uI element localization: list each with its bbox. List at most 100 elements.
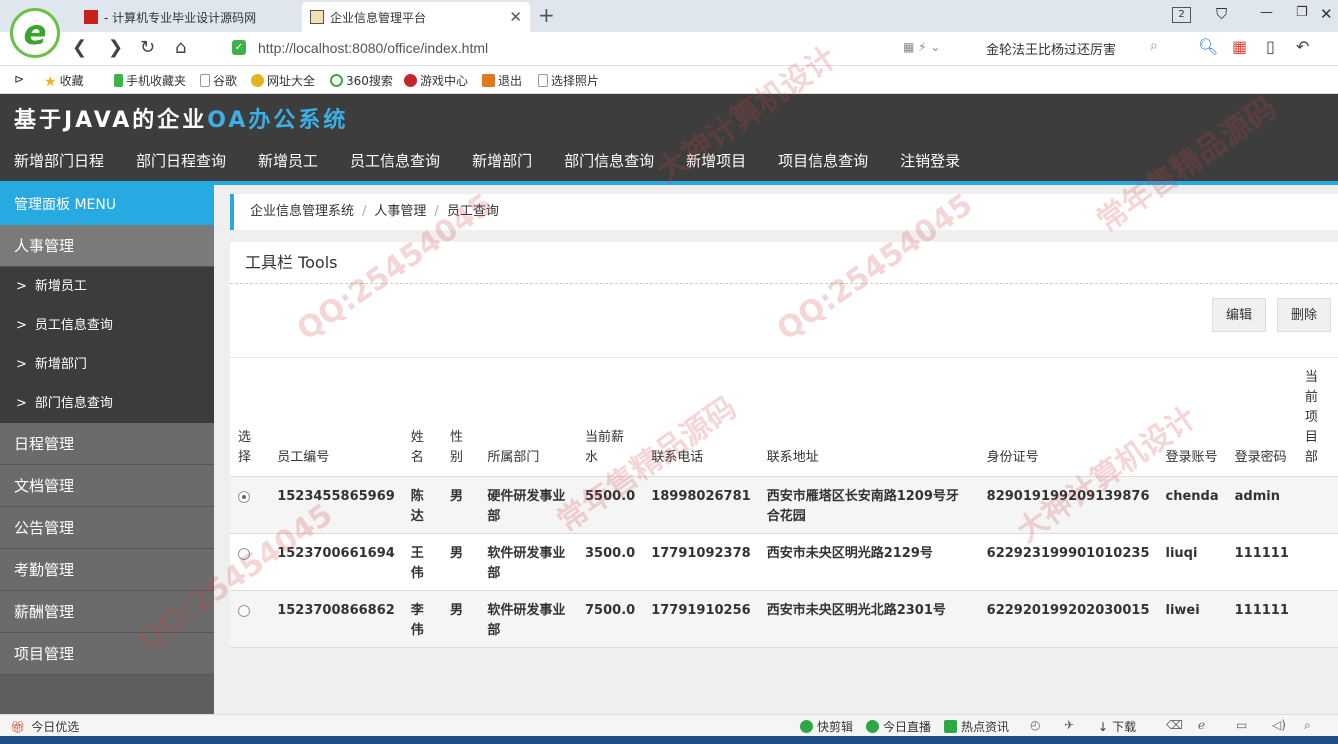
table-row[interactable]: 1523455865969 陈达 男 硬件研发事业部 5500.0 189980… (230, 476, 1338, 534)
sidebar-group-payroll[interactable]: 薪酬管理 (0, 591, 214, 633)
undo-icon[interactable]: ↶ (1296, 37, 1309, 56)
sidebar-group-projects[interactable]: 项目管理 (0, 633, 214, 675)
nav-add-project[interactable]: 新增项目 (686, 150, 746, 174)
breadcrumb-item[interactable]: 人事管理 (374, 204, 426, 219)
nav-add-employee[interactable]: 新增员工 (258, 150, 318, 174)
minimize-icon[interactable]: — (1260, 5, 1273, 20)
apps-grid-icon[interactable]: ▦ (1232, 37, 1247, 56)
status-quick-clip[interactable]: 快剪辑 (800, 718, 853, 735)
bookmark-exit[interactable]: 退出 (482, 72, 522, 89)
close-icon[interactable]: ✕ (509, 8, 522, 26)
delete-button[interactable]: 删除 (1277, 298, 1332, 332)
phone-icon[interactable]: ▯ (1266, 37, 1275, 56)
page-icon (200, 74, 210, 87)
rocket-icon[interactable]: ✈ (1064, 718, 1074, 732)
nav-add-dept-schedule[interactable]: 新增部门日程 (14, 150, 104, 174)
forward-icon[interactable]: ❯ (108, 37, 123, 58)
cell-project (1296, 476, 1338, 534)
address-bar[interactable]: http://localhost:8080/office/index.html (258, 40, 488, 56)
column-header: 选择 (230, 368, 270, 477)
sidebar-group-notices[interactable]: 公告管理 (0, 507, 214, 549)
sidebar-toggle-icon[interactable]: ⊳ (14, 72, 24, 86)
window-close-icon[interactable]: ✕ (1320, 5, 1333, 23)
sidebar-item-add-employee[interactable]: > 新增员工 (0, 267, 214, 306)
bookmark-choose-photo[interactable]: 选择照片 (538, 72, 599, 89)
exit-icon (482, 74, 495, 87)
sidebar-item-add-dept[interactable]: > 新增部门 (0, 345, 214, 384)
cell-account: chenda (1157, 476, 1227, 534)
cell-password: 111111 (1226, 590, 1297, 648)
cell-address: 西安市未央区明光北路2301号 (758, 590, 979, 648)
search-icon[interactable]: ⌕ (1150, 38, 1158, 54)
shirt-icon[interactable]: ⛉ (1216, 5, 1227, 23)
sidebar-item-employee-query[interactable]: > 员工信息查询 (0, 306, 214, 345)
nav-dept-query[interactable]: 部门信息查询 (564, 150, 654, 174)
maximize-icon[interactable]: ❐ (1296, 5, 1308, 20)
browser-tab-1[interactable]: - 计算机专业毕业设计源码网 (76, 2, 300, 32)
table-row[interactable]: 1523700866862 李伟 男 软件研发事业部 7500.0 177919… (230, 590, 1338, 648)
cell-name: 王伟 (402, 533, 442, 591)
sidebar-group-attendance[interactable]: 考勤管理 (0, 549, 214, 591)
cell-salary: 7500.0 (577, 590, 644, 648)
back-icon[interactable]: ❮ (72, 37, 87, 58)
bookmark-url-directory[interactable]: 网址大全 (251, 72, 315, 89)
column-header: 姓名 (402, 368, 442, 477)
bookmark-favorites[interactable]: ★ 收藏 (44, 72, 84, 90)
status-download[interactable]: ↓ 下载 (1098, 718, 1136, 735)
cleanup-icon[interactable]: ⌫ (1166, 718, 1183, 732)
tab-label: 企业信息管理平台 (330, 10, 427, 25)
speed-icon[interactable]: ◴ (1030, 718, 1040, 732)
sidebar-group-schedule[interactable]: 日程管理 (0, 423, 214, 465)
table-row[interactable]: 1523700661694 王伟 男 软件研发事业部 3500.0 177910… (230, 533, 1338, 591)
bookmark-google[interactable]: 谷歌 (200, 72, 237, 89)
cell-phone: 17791092378 (643, 533, 759, 591)
window-icon[interactable]: ▭ (1236, 718, 1247, 732)
gift-icon: 🎁︎ (10, 719, 26, 734)
sidebar-item-dept-query[interactable]: > 部门信息查询 (0, 384, 214, 423)
new-tab-icon[interactable]: + (538, 3, 555, 27)
status-daily-picks[interactable]: 🎁︎ 今日优选 (10, 718, 79, 735)
browser-tab-2[interactable]: 企业信息管理平台 ✕ (302, 2, 530, 32)
nav-dept-schedule-query[interactable]: 部门日程查询 (136, 150, 226, 174)
bookmark-game-center[interactable]: 游戏中心 (404, 72, 468, 89)
ie-icon[interactable]: ℯ (1198, 718, 1205, 732)
home-icon[interactable]: ⌂ (175, 37, 186, 58)
cell-gender: 男 (442, 533, 480, 591)
zoom-icon[interactable]: ⌕ (1304, 718, 1311, 733)
breadcrumb-current: 员工查询 (446, 204, 499, 219)
refresh-icon[interactable]: ↻ (140, 37, 155, 58)
bookmark-360-search[interactable]: 360搜索 (330, 72, 393, 89)
magnifier-icon[interactable]: 🔍︎ (1198, 37, 1218, 56)
sidebar-group-hr[interactable]: 人事管理 (0, 225, 214, 267)
nav-logout[interactable]: 注销登录 (900, 150, 960, 174)
bookmark-mobile[interactable]: 手机收藏夹 (114, 72, 186, 89)
browser-nav-bar: ❮ ❯ ↻ ⌂ ✓ http://localhost:8080/office/i… (0, 32, 1338, 66)
column-header: 联系地址 (758, 368, 979, 477)
breadcrumb-item[interactable]: 企业信息管理系统 (250, 204, 354, 219)
qr-lightning-icon[interactable]: ▦ ⚡ ⌄ (903, 40, 940, 54)
tools-panel: 工具栏 Tools 编辑 删除 选择 员工编号 姓名 性别 所属部门 当前薪水 … (230, 242, 1338, 648)
row-select-radio[interactable] (238, 548, 250, 560)
cell-address: 西安市雁塔区长安南路1209号牙合花园 (758, 476, 979, 534)
cell-idcard: 622923199901010235 (978, 533, 1158, 591)
edit-button[interactable]: 编辑 (1212, 298, 1267, 332)
panel-title: 工具栏 Tools (230, 242, 1338, 284)
breadcrumb-separator: / (362, 204, 367, 219)
row-select-radio[interactable] (238, 491, 250, 503)
status-live[interactable]: 今日直播 (866, 718, 931, 735)
row-select-radio[interactable] (238, 605, 250, 617)
chevron-right-icon: > (16, 357, 27, 372)
sidebar-group-documents[interactable]: 文档管理 (0, 465, 214, 507)
column-header: 当前项目部 (1296, 368, 1338, 477)
chevron-right-icon: > (16, 279, 27, 294)
main-nav: 新增部门日程 部门日程查询 新增员工 员工信息查询 新增部门 部门信息查询 新增… (0, 150, 978, 174)
nav-add-dept[interactable]: 新增部门 (472, 150, 532, 174)
secure-shield-icon: ✓ (232, 40, 246, 55)
tab-count-badge[interactable]: 2 (1172, 7, 1191, 23)
browser-search-input[interactable]: 金轮法王比杨过还厉害 (986, 39, 1116, 58)
nav-employee-query[interactable]: 员工信息查询 (350, 150, 440, 174)
cell-password: admin (1226, 476, 1297, 534)
status-hot-news[interactable]: 热点资讯 (944, 718, 1009, 735)
nav-project-query[interactable]: 项目信息查询 (778, 150, 868, 174)
volume-icon[interactable]: ◁) (1272, 718, 1286, 732)
